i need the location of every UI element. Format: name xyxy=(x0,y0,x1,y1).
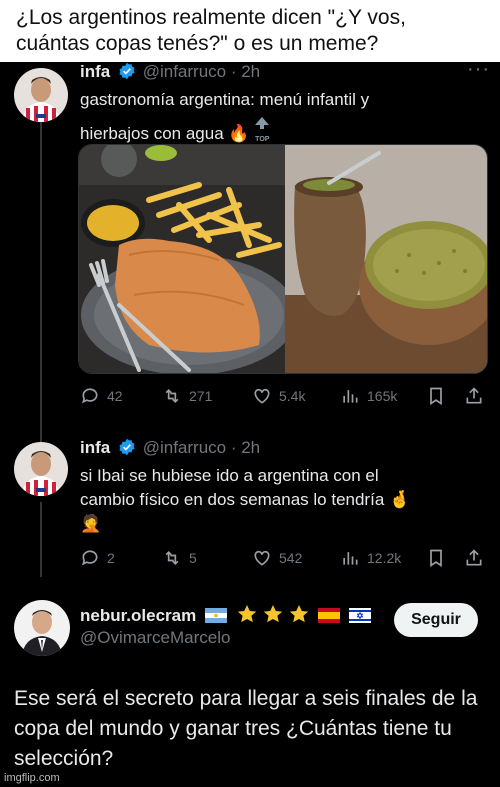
share-button[interactable] xyxy=(464,386,484,406)
top-icon: TOP xyxy=(254,112,270,143)
caption-line-2: cuántas copas tenés?" o es un meme? xyxy=(16,32,379,55)
like-icon xyxy=(254,388,270,404)
spain-flag-icon xyxy=(318,608,341,628)
facepalm-emoji: 🤦 xyxy=(80,514,102,533)
retweet-button[interactable]: 5 xyxy=(162,548,197,568)
like-button[interactable]: 542 xyxy=(252,548,302,568)
twitter-screenshot: infa @infarruco · 2h ··· gastronomía arg… xyxy=(0,58,500,787)
bookmark-button[interactable] xyxy=(426,548,446,568)
timestamp[interactable]: · 2h xyxy=(231,62,260,81)
tweet-2[interactable]: infa @infarruco · 2h si Ibai se hubiese … xyxy=(0,434,500,589)
follow-button[interactable]: Seguir xyxy=(394,603,478,637)
tweet-text-line: hierbajos con agua xyxy=(80,124,224,143)
share-icon xyxy=(466,387,482,404)
handle[interactable]: @OvimarceMarcelo xyxy=(80,628,230,647)
fire-emoji: 🔥 xyxy=(228,124,250,143)
retweet-count: 271 xyxy=(189,388,213,404)
retweet-icon xyxy=(165,550,179,566)
reply-text-line: Ese será el secreto para llegar a seis f… xyxy=(14,687,478,710)
reply-text-line: copa del mundo y ganar tres ¿Cuántas tie… xyxy=(14,717,452,740)
food-and-mate-photos xyxy=(79,145,487,373)
reply-button[interactable]: 2 xyxy=(80,548,115,568)
like-count: 5.4k xyxy=(279,388,306,404)
reply-text: Ese será el secreto para llegar a seis f… xyxy=(14,684,494,774)
avatar[interactable] xyxy=(14,442,68,496)
reply-count: 2 xyxy=(107,550,115,566)
meme-caption: ¿Los argentinos realmente dicen "¿Y vos,… xyxy=(0,0,500,62)
tweet-text-line: cambio físico en dos semanas lo tendría xyxy=(80,490,385,509)
views-icon xyxy=(343,552,358,565)
retweet-icon xyxy=(165,388,179,404)
view-count: 165k xyxy=(367,388,398,404)
reply-icon xyxy=(82,550,98,566)
crossed-fingers-emoji: 🤞 xyxy=(389,490,411,509)
like-icon xyxy=(254,550,270,566)
bookmark-button[interactable] xyxy=(426,386,446,406)
tweet-text: gastronomía argentina: menú infantil y h… xyxy=(80,88,480,146)
top-label: TOP xyxy=(255,136,270,143)
retweet-count: 5 xyxy=(189,550,197,566)
caption-line-1: ¿Los argentinos realmente dicen "¿Y vos, xyxy=(16,6,406,29)
verified-icon xyxy=(118,438,136,461)
israel-flag-icon xyxy=(349,608,372,628)
more-icon[interactable]: ··· xyxy=(467,58,490,81)
timestamp[interactable]: · 2h xyxy=(231,438,260,457)
share-button[interactable] xyxy=(464,548,484,568)
handle[interactable]: @infarruco xyxy=(143,438,226,457)
reply-button[interactable]: 42 xyxy=(80,386,123,406)
tweet-1[interactable]: infa @infarruco · 2h ··· gastronomía arg… xyxy=(0,58,500,422)
display-name[interactable]: nebur.olecram xyxy=(80,606,196,625)
reply-text-line: selección? xyxy=(14,747,114,770)
verified-icon xyxy=(118,62,136,85)
view-count: 12.2k xyxy=(367,550,402,566)
views-button[interactable]: 165k xyxy=(340,386,397,406)
views-icon xyxy=(343,390,358,403)
tweet-text: si Ibai se hubiese ido a argentina con e… xyxy=(80,464,480,536)
bookmark-icon xyxy=(430,387,442,406)
argentina-flag-icon xyxy=(204,608,227,628)
tweet-text-line: gastronomía argentina: menú infantil y xyxy=(80,90,370,109)
tweet-actions: 42 271 5.4k 165k xyxy=(80,386,490,408)
bookmark-icon xyxy=(430,549,442,568)
retweet-button[interactable]: 271 xyxy=(162,386,212,406)
share-icon xyxy=(466,549,482,566)
like-button[interactable]: 5.4k xyxy=(252,386,305,406)
handle[interactable]: @infarruco xyxy=(143,62,226,81)
stars-icon xyxy=(236,604,310,629)
views-button[interactable]: 12.2k xyxy=(340,548,401,568)
avatar[interactable] xyxy=(14,68,68,122)
display-name[interactable]: infa xyxy=(80,62,110,81)
tweet-actions: 2 5 542 12.2k xyxy=(80,548,490,570)
avatar[interactable] xyxy=(14,600,70,656)
tweet-media[interactable] xyxy=(78,144,488,374)
reply-count: 42 xyxy=(107,388,123,404)
tweet-text-line: si Ibai se hubiese ido a argentina con e… xyxy=(80,466,379,485)
watermark: imgflip.com xyxy=(4,772,60,784)
display-name[interactable]: infa xyxy=(80,438,110,457)
like-count: 542 xyxy=(279,550,303,566)
reply-icon xyxy=(82,388,98,404)
